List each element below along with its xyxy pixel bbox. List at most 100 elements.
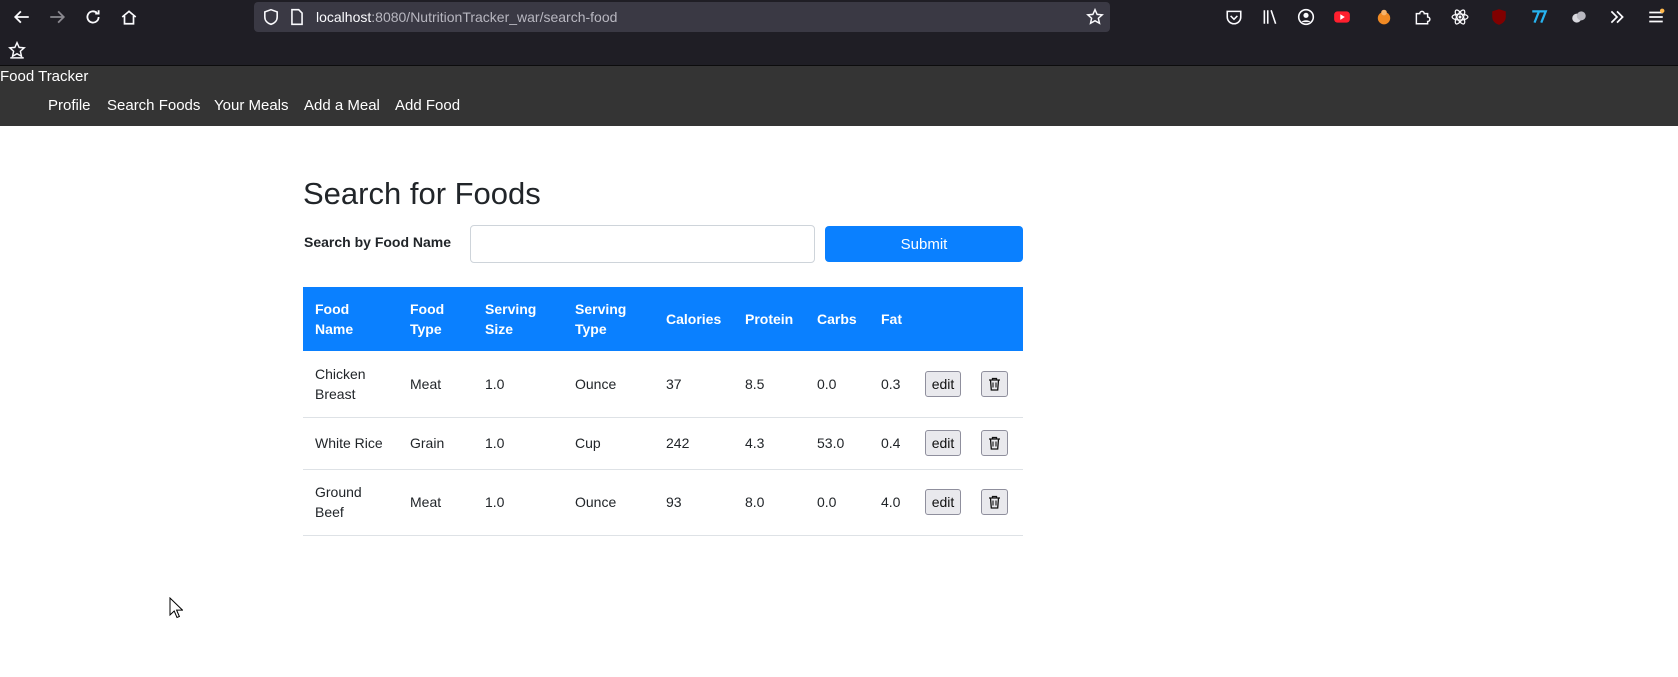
cell-fat: 0.3	[869, 351, 913, 418]
edit-button[interactable]: edit	[925, 430, 961, 456]
shield-icon[interactable]	[262, 8, 280, 26]
edit-button[interactable]: edit	[925, 489, 961, 515]
fox-extension-icon	[1377, 9, 1391, 25]
account-button[interactable]	[1295, 6, 1317, 28]
delete-button[interactable]	[981, 489, 1008, 515]
nav-link-search-foods[interactable]: Search Foods	[107, 97, 200, 114]
header-calories: Calories	[666, 311, 722, 327]
search-input[interactable]	[470, 225, 815, 263]
cell-delete	[969, 351, 1023, 418]
react-icon	[1451, 9, 1469, 25]
cell-protein: 8.0	[733, 469, 805, 536]
cell-calories: 37	[654, 351, 733, 418]
overflow-button[interactable]	[1606, 6, 1628, 28]
extensions-button[interactable]	[1411, 6, 1433, 28]
header-serving-type: Serving Type	[575, 301, 627, 337]
nav-link-add-meal[interactable]: Add a Meal	[304, 97, 380, 114]
trash-icon	[989, 377, 1000, 391]
cell-serving-type: Cup	[563, 417, 654, 470]
mouse-pointer-icon	[169, 597, 183, 619]
edit-button[interactable]: edit	[925, 370, 961, 397]
cell-food-type: Meat	[398, 469, 473, 536]
cell-serving-type: Ounce	[563, 351, 654, 418]
cell-delete	[969, 469, 1023, 536]
cell-carbs: 0.0	[805, 351, 869, 418]
table-row: White Rice Grain 1.0 Cup 242 4.3 53.0 0.…	[303, 417, 1023, 470]
cell-food-name: White Rice	[303, 417, 398, 470]
header-edit	[913, 287, 969, 351]
submit-button[interactable]: Submit	[825, 226, 1023, 262]
delete-button[interactable]	[981, 370, 1008, 397]
table-header-row: Food Name Food Type Serving Size Serving Typ…	[303, 287, 1023, 351]
hamburger-menu-icon	[1649, 8, 1665, 23]
foods-table: Food Name Food Type Serving Size Serving Typ…	[303, 287, 1023, 536]
arrow-left-icon	[13, 10, 29, 24]
home-button[interactable]	[118, 6, 140, 28]
nav-link-add-food[interactable]: Add Food	[395, 97, 460, 114]
table-row: Ground Beef Meat 1.0 Ounce 93 8.0 0.0 4.0…	[303, 469, 1023, 536]
app-menu-button[interactable]	[1645, 6, 1667, 28]
trash-icon	[989, 436, 1000, 450]
cloud-extension-icon	[1572, 11, 1586, 23]
url-host: localhost	[316, 9, 372, 25]
bookmarks-bar	[0, 34, 1678, 66]
search-label: Search by Food Name	[304, 234, 452, 250]
cell-protein: 8.5	[733, 351, 805, 418]
header-food-type: Food Type	[410, 301, 445, 337]
cell-carbs: 53.0	[805, 417, 869, 470]
bookmark-star-icon	[8, 41, 26, 59]
reload-icon	[86, 10, 100, 24]
page-icon[interactable]	[288, 8, 306, 26]
cell-food-name: Ground Beef	[303, 469, 398, 536]
ublock-icon	[1492, 9, 1506, 25]
page-title: Search for Foods	[303, 176, 541, 211]
back-button[interactable]	[11, 6, 33, 28]
extension-cloud-button[interactable]	[1568, 6, 1590, 28]
cell-edit: edit	[913, 351, 969, 418]
cell-fat: 0.4	[869, 417, 913, 470]
pocket-button[interactable]	[1223, 6, 1245, 28]
extension-fox-button[interactable]	[1373, 6, 1395, 28]
url-text[interactable]: localhost:8080/NutritionTracker_war/sear…	[316, 2, 617, 32]
header-delete	[969, 287, 1023, 351]
cell-calories: 93	[654, 469, 733, 536]
reload-button[interactable]	[82, 6, 104, 28]
app-navbar: Food Tracker Profile Search Foods Your M…	[0, 66, 1678, 126]
header-food-name: Food Name	[315, 301, 354, 337]
forward-button[interactable]	[46, 6, 68, 28]
cell-edit: edit	[913, 469, 969, 536]
account-icon	[1297, 8, 1315, 26]
nav-link-your-meals[interactable]: Your Meals	[214, 97, 289, 114]
nav-link-profile[interactable]: Profile	[48, 97, 91, 114]
cell-food-name: Chicken Breast	[303, 351, 398, 418]
puzzle-icon	[1415, 10, 1431, 25]
bookmark-star-icon[interactable]	[1086, 8, 1104, 26]
cell-fat: 4.0	[869, 469, 913, 536]
url-path: :8080/NutritionTracker_war/search-food	[371, 9, 618, 25]
bookmarks-manage-button[interactable]	[6, 39, 28, 61]
delete-button[interactable]	[981, 430, 1008, 456]
seven-extension-icon	[1532, 10, 1548, 24]
table-row: Chicken Breast Meat 1.0 Ounce 37 8.5 0.0 …	[303, 351, 1023, 418]
cell-calories: 242	[654, 417, 733, 470]
extension-ublock-button[interactable]	[1488, 6, 1510, 28]
trash-icon	[989, 495, 1000, 509]
cell-edit: edit	[913, 417, 969, 470]
extension-react-button[interactable]	[1449, 6, 1471, 28]
header-fat: Fat	[881, 311, 902, 327]
cell-delete	[969, 417, 1023, 470]
extension-7-button[interactable]	[1528, 6, 1550, 28]
extension-youtube-button[interactable]	[1331, 6, 1353, 28]
header-protein: Protein	[745, 311, 794, 327]
arrow-right-icon	[50, 10, 66, 24]
url-bar[interactable]: localhost:8080/NutritionTracker_war/sear…	[254, 2, 1110, 32]
pocket-icon	[1226, 10, 1242, 25]
cell-food-type: Meat	[398, 351, 473, 418]
cell-food-type: Grain	[398, 417, 473, 470]
cell-serving-type: Ounce	[563, 469, 654, 536]
brand-title[interactable]: Food Tracker	[0, 68, 88, 85]
library-button[interactable]	[1259, 6, 1281, 28]
header-carbs: Carbs	[817, 311, 857, 327]
cell-carbs: 0.0	[805, 469, 869, 536]
cell-serving-size: 1.0	[473, 417, 563, 470]
